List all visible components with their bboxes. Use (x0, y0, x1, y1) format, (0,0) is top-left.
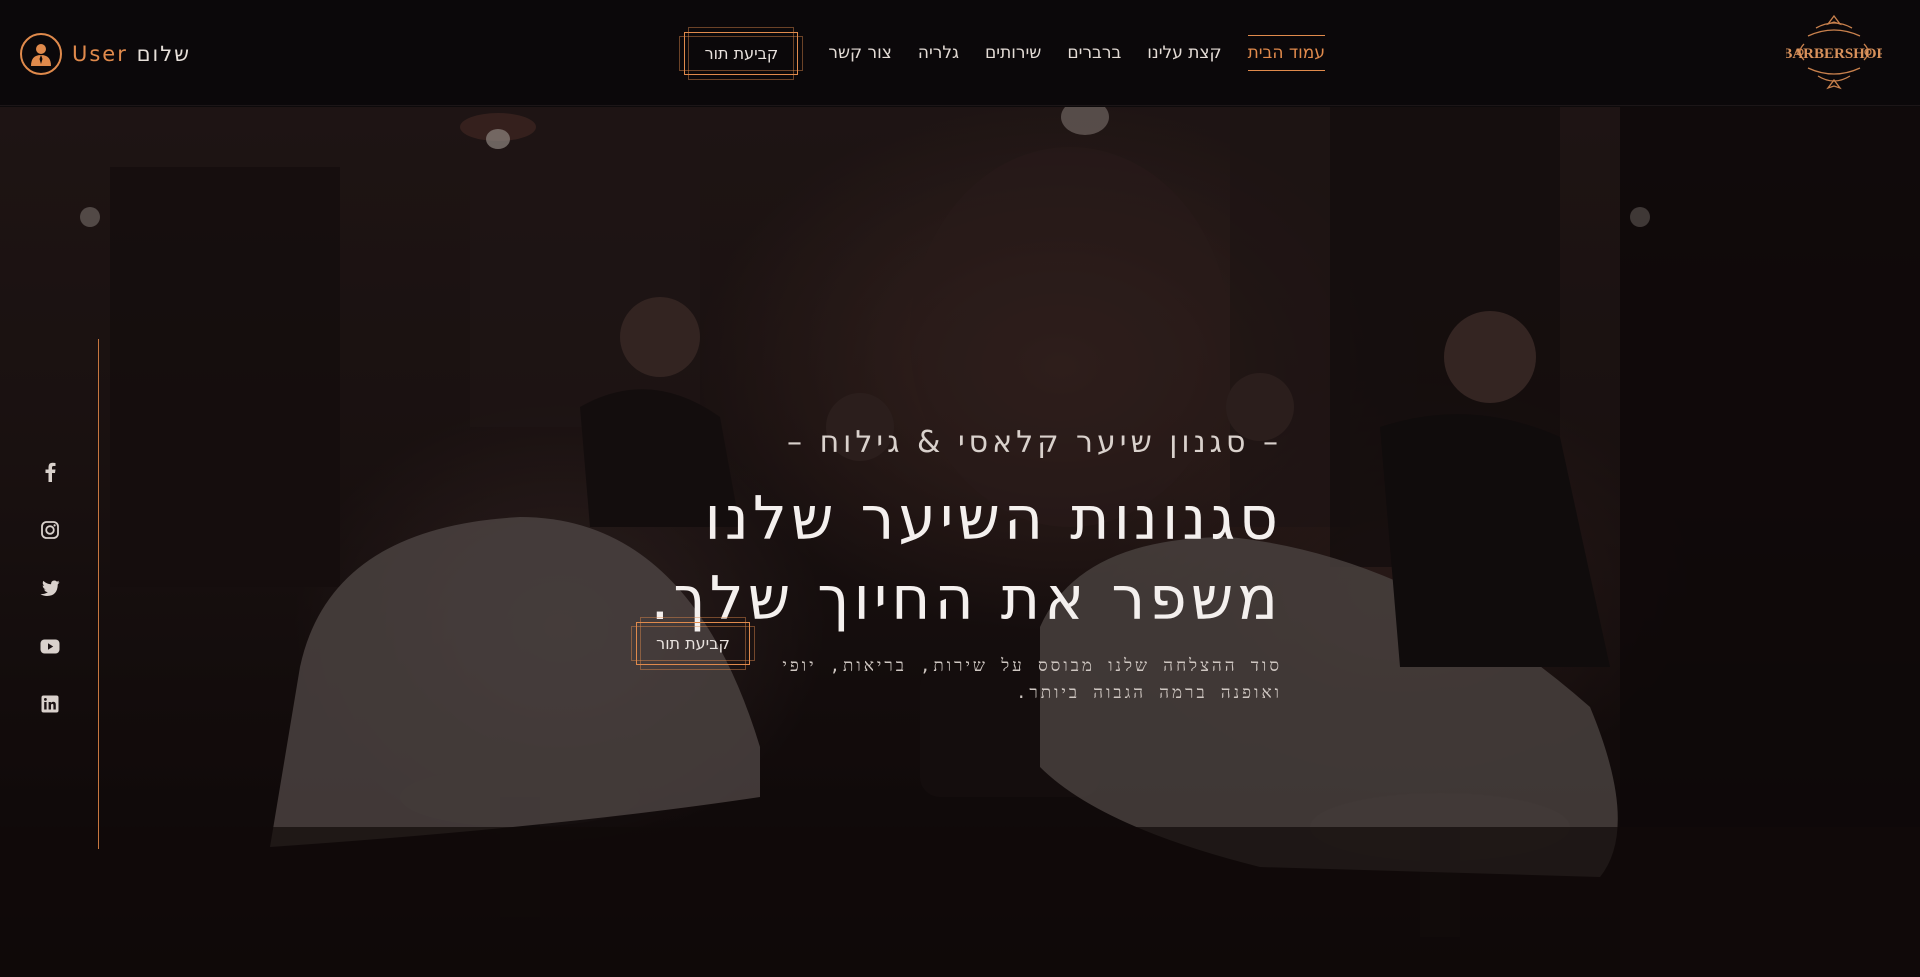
nav-item-gallery[interactable]: גלריה (905, 43, 972, 63)
site-header: BARBERSHOP עמוד הבית קצת עלינו ברברים שי… (0, 0, 1920, 106)
nav-item-barbers[interactable]: ברברים (1054, 43, 1134, 63)
hero-title: סגנונות השיער שלנו משפר את החיוך שלך. (562, 479, 1282, 639)
facebook-icon[interactable] (40, 462, 60, 482)
svg-text:BARBERSHOP: BARBERSHOP (1786, 46, 1882, 62)
social-divider-line (98, 339, 99, 849)
nav-item-contact[interactable]: צור קשר (815, 43, 904, 63)
user-name: User (72, 42, 128, 66)
social-links (36, 462, 64, 714)
logo-emblem-icon: BARBERSHOP (1782, 14, 1886, 90)
hero-title-line-1: סגנונות השיער שלנו (704, 484, 1282, 554)
greeting-word: שלום (136, 42, 192, 66)
linkedin-icon[interactable] (40, 694, 60, 714)
hero-subtitle: – סגנון שיער קלאסי & גילוח – (787, 425, 1282, 460)
nav-item-home[interactable]: עמוד הבית (1247, 35, 1326, 71)
hero-section: – סגנון שיער קלאסי & גילוח – סגנונות השי… (0, 107, 1920, 977)
user-greeting: שלום User (72, 42, 191, 66)
user-avatar-glyph (31, 44, 51, 66)
nav-item-services[interactable]: שירותים (972, 43, 1054, 63)
book-appointment-hero-button[interactable]: קביעת תור (631, 617, 755, 670)
twitter-icon[interactable] (40, 578, 60, 598)
user-icon[interactable] (20, 33, 62, 75)
youtube-icon[interactable] (40, 636, 60, 656)
nav-item-about[interactable]: קצת עלינו (1134, 43, 1234, 63)
instagram-icon[interactable] (40, 520, 60, 540)
user-account[interactable]: שלום User (20, 33, 191, 75)
barbershop-logo[interactable]: BARBERSHOP (1782, 14, 1886, 92)
book-appointment-nav-button[interactable]: קביעת תור (679, 26, 804, 80)
main-nav: עמוד הבית קצת עלינו ברברים שירותים גלריה… (679, 26, 1338, 80)
hero-description: סוד ההצלחה שלנו מבוסס על שירות, בריאות, … (782, 656, 1282, 703)
